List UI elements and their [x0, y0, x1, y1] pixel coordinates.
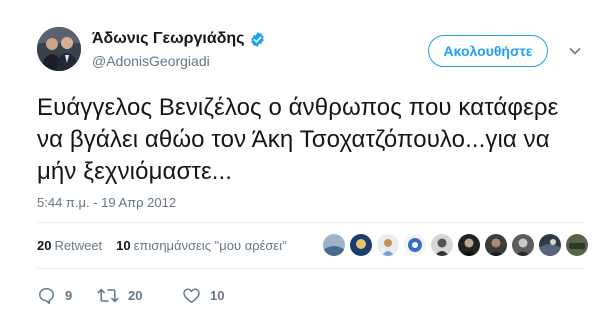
like-button[interactable]: 10: [182, 286, 224, 305]
reply-button[interactable]: 9: [37, 286, 97, 305]
chevron-down-icon[interactable]: [566, 42, 584, 60]
liker-avatar[interactable]: [431, 234, 453, 256]
liker-avatar[interactable]: [458, 234, 480, 256]
tweet-card: Άδωνις Γεωργιάδης @AdonisGeorgiadi Ακολο…: [0, 0, 600, 317]
liker-avatar[interactable]: [350, 234, 372, 256]
liker-avatars: [323, 234, 588, 256]
retweet-icon: [97, 286, 119, 305]
verified-badge-icon: [249, 31, 266, 48]
retweet-count: 20: [128, 288, 143, 303]
liker-avatar[interactable]: [566, 234, 588, 256]
liker-avatar[interactable]: [512, 234, 534, 256]
heart-icon: [182, 286, 201, 305]
retweet-button[interactable]: 20: [97, 286, 182, 305]
like-count: 10: [210, 288, 225, 303]
likes-count[interactable]: 10: [116, 238, 130, 253]
follow-button[interactable]: Ακολουθήστε: [428, 35, 548, 67]
author-name-text[interactable]: Άδωνις Γεωργιάδης: [92, 30, 244, 48]
author-display-name[interactable]: Άδωνις Γεωργιάδης: [92, 30, 266, 48]
divider: [37, 222, 583, 223]
author-avatar[interactable]: [37, 27, 81, 71]
liker-avatar[interactable]: [539, 234, 561, 256]
tweet-stats: 20 Retweet 10 επισημάνσεις "μου αρέσει": [37, 238, 287, 253]
divider: [37, 268, 583, 269]
reply-count: 9: [65, 288, 73, 303]
retweets-label[interactable]: Retweet: [54, 238, 102, 253]
liker-avatar[interactable]: [485, 234, 507, 256]
tweet-actions: 9 20 10: [37, 286, 224, 305]
tweet-timestamp[interactable]: 5:44 π.μ. - 19 Απρ 2012: [37, 195, 176, 210]
likes-stat[interactable]: 10 επισημάνσεις "μου αρέσει": [116, 238, 287, 253]
likes-label[interactable]: επισημάνσεις "μου αρέσει": [134, 238, 287, 253]
retweets-stat[interactable]: 20 Retweet: [37, 238, 102, 253]
tweet-text: Ευάγγελος Βενιζέλος ο άνθρωπος που κατάφ…: [37, 94, 559, 185]
liker-avatar[interactable]: [377, 234, 399, 256]
author-handle[interactable]: @AdonisGeorgiadi: [92, 53, 210, 69]
liker-avatar[interactable]: [323, 234, 345, 256]
reply-icon: [37, 286, 56, 305]
liker-avatar[interactable]: [404, 234, 426, 256]
retweets-count[interactable]: 20: [37, 238, 51, 253]
